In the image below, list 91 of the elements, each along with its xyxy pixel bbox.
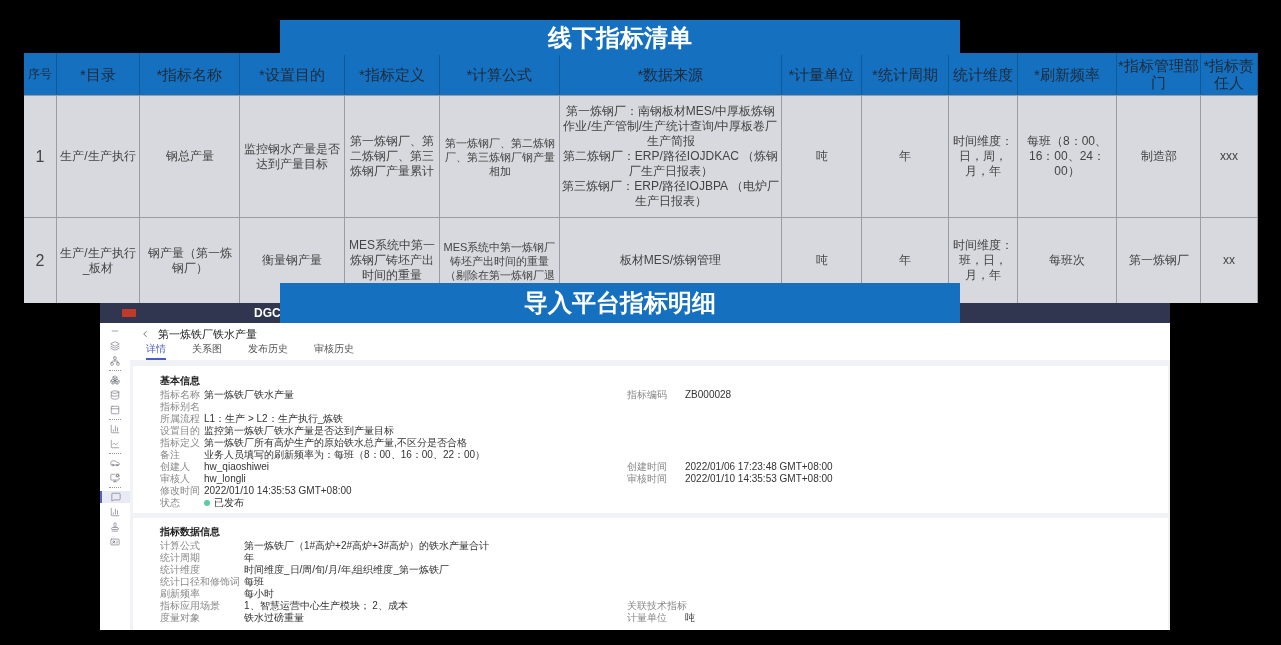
field-label: 创建人 <box>160 461 191 473</box>
field-value: 第一炼铁厂（1#高炉+2#高炉+3#高炉）的铁水产量合计 <box>244 540 490 552</box>
column-header: *指标责任人 <box>1201 53 1258 95</box>
bar-chart-icon <box>110 424 120 434</box>
field-value: 第一炼铁厂铁水产量 <box>204 389 294 401</box>
panel-icon <box>110 405 120 415</box>
field-label: 指标定义 <box>160 437 201 449</box>
field-label: 设置目的 <box>160 425 201 437</box>
page-title: 第一炼铁厂铁水产量 <box>158 326 257 342</box>
section-title: 基本信息 <box>160 374 201 387</box>
tab[interactable]: 详情 <box>146 341 166 360</box>
table-cell: xx <box>1201 218 1258 303</box>
field-label: 刷新频率 <box>160 588 201 600</box>
table-cell: 吨 <box>782 96 862 217</box>
field-value: 铁水过磅重量 <box>244 612 304 624</box>
id-card-icon <box>110 537 120 547</box>
network-icon <box>110 356 120 366</box>
field-label: 统计口径和修饰词 <box>160 576 241 588</box>
cell-text: 第二炼钢厂：ERP/路径IOJDKAC （炼钢厂生产日报表） <box>562 149 779 179</box>
column-header: *指标管理部门 <box>1117 53 1201 95</box>
stamp-icon <box>110 522 120 532</box>
field-value: 吨 <box>685 612 695 624</box>
field-label: 计算公式 <box>160 540 201 552</box>
field-label: 统计周期 <box>160 552 201 564</box>
field-value: 时间维度_日/周/旬/月/年,组织维度_第一炼铁厂 <box>244 564 449 576</box>
field-value: L1：生产 > L2：生产执行_炼铁 <box>204 413 344 425</box>
tab[interactable]: 关系图 <box>192 341 222 360</box>
field-value: 已发布 <box>214 497 244 509</box>
field-value: 监控第一炼铁厂铁水产量是否达到产量目标 <box>204 425 394 437</box>
field-label: 修改时间 <box>160 485 201 497</box>
field-label: 指标名称 <box>160 389 201 401</box>
tab[interactable]: 发布历史 <box>248 341 288 360</box>
field-label: 指标应用场景 <box>160 600 221 612</box>
boxes-icon <box>110 375 120 385</box>
title-banner: 导入平台指标明细 <box>280 283 960 323</box>
table-cell: 监控钢水产量是否达到产量目标 <box>240 96 345 217</box>
table-cell: xxx <box>1201 96 1258 217</box>
field-label: 指标别名 <box>160 401 201 413</box>
tab[interactable]: 审核历史 <box>314 341 354 360</box>
car-icon <box>110 458 120 468</box>
back-icon[interactable] <box>140 329 150 339</box>
table-cell: 第一炼钢厂、第二炼钢厂、第三炼钢厂产量累计 <box>345 96 440 217</box>
field-label: 审核时间 <box>627 473 668 485</box>
field-label: 计量单位 <box>627 612 668 624</box>
column-header: *刷新频率 <box>1018 53 1117 95</box>
column-header: *目录 <box>57 53 140 95</box>
layers-icon <box>110 341 120 351</box>
monitor-icon <box>110 473 120 483</box>
field-value: 2022/01/06 17:23:48 GMT+08:00 <box>685 461 833 473</box>
table-cell: 时间维度：日，周，月，年 <box>949 96 1018 217</box>
table-cell: 制造部 <box>1117 96 1201 217</box>
field-label: 创建时间 <box>627 461 668 473</box>
table-cell: 年 <box>862 96 949 217</box>
column-chart-icon <box>110 507 120 517</box>
field-value: 每小时 <box>244 588 274 600</box>
field-value: 第一炼铁厂所有高炉生产的原始铁水总产量,不区分是否合格 <box>204 437 467 449</box>
field-value: hw_longli <box>204 473 246 485</box>
field-label: 所属流程 <box>160 413 201 425</box>
cell-text: 第一炼钢厂：南钢板材MES/中厚板炼钢作业/生产管制/生产统计查询/中厚板卷厂生产简报 <box>562 104 779 149</box>
field-value: ZB000028 <box>685 389 732 401</box>
database-icon <box>110 390 120 400</box>
column-header: *指标名称 <box>140 53 240 95</box>
table-cell: 第一炼钢厂、第二炼钢厂、第三炼钢厂钢产量相加 <box>440 96 560 217</box>
field-label: 审核人 <box>160 473 191 485</box>
table-cell: 1 <box>24 96 57 217</box>
field-value: 2022/01/10 14:35:53 GMT+08:00 <box>204 485 352 497</box>
table-cell: 钢总产量 <box>140 96 240 217</box>
line-chart-icon <box>110 439 120 449</box>
brand-name: DGC <box>254 305 281 322</box>
field-label: 关联技术指标 <box>627 600 685 612</box>
logo-icon <box>122 309 136 317</box>
title-banner: 线下指标清单 <box>280 20 960 55</box>
field-label: 统计维度 <box>160 564 201 576</box>
field-label: 备注 <box>160 449 181 461</box>
field-value: 2022/01/10 14:35:53 GMT+08:00 <box>685 473 833 485</box>
field-value: 每班 <box>244 576 264 588</box>
sidebar-item[interactable] <box>100 491 130 503</box>
field-label: 指标编码 <box>627 389 668 401</box>
table-cell: 2 <box>24 218 57 303</box>
table-cell: 生产/生产执行 <box>57 96 140 217</box>
message-icon <box>111 492 121 502</box>
field-value: hw_qiaoshiwei <box>204 461 270 473</box>
column-header: 序号 <box>24 53 57 95</box>
field-value: 业务人员填写的刷新频率为：每班（8：00、16：00、22：00） <box>204 449 486 461</box>
field-value: 年 <box>244 552 254 564</box>
field-value: 1、智慧运营中心生产模块； 2、成本 <box>244 600 408 612</box>
table-cell: 每班（8：00、16：00、24：00） <box>1018 96 1117 217</box>
field-label: 状态 <box>160 497 181 509</box>
cell-text: 第三炼钢厂：ERP/路径IOJBPA （电炉厂生产日报表） <box>562 179 779 209</box>
field-label: 度量对象 <box>160 612 201 624</box>
section-title: 指标数据信息 <box>160 525 221 538</box>
